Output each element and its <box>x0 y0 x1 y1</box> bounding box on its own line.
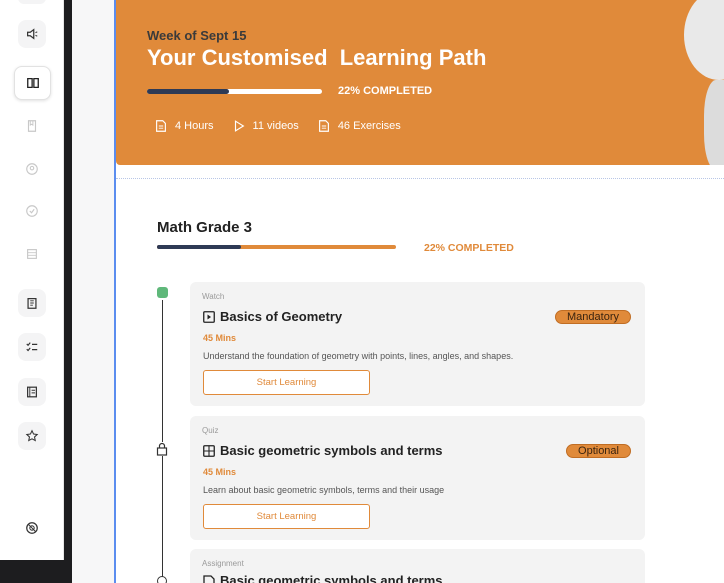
stat-label: 46 Exercises <box>337 120 401 132</box>
start-learning-button[interactable]: Start Learning <box>203 370 370 395</box>
lesson-duration: 45 Mins <box>203 467 237 477</box>
document-icon <box>156 120 166 132</box>
notebook-icon <box>27 386 37 398</box>
stat-hours: 4 Hours <box>154 119 214 133</box>
lesson-card-quiz: Quiz Basic geometric symbols and terms O… <box>190 416 645 540</box>
learning-path-banner: Week of Sept 15 Your Customised Learning… <box>116 0 724 165</box>
lesson-title: Basic geometric symbols and terms <box>203 443 443 458</box>
sidebar-item-list[interactable] <box>18 240 46 268</box>
lesson-type: Assignment <box>202 559 244 568</box>
optional-badge: Optional <box>566 444 631 458</box>
lesson-title: Basics of Geometry <box>203 309 342 324</box>
sidebar-item-notebook[interactable] <box>18 378 46 406</box>
course-progress-bar <box>157 245 396 249</box>
check-circle-icon <box>26 205 38 217</box>
week-label: Week of Sept 15 <box>147 28 247 43</box>
banner-stats: 4 Hours 11 videos 46 Exercises <box>154 119 419 133</box>
sidebar-item-clipboard[interactable] <box>18 289 46 317</box>
star-icon <box>25 429 39 442</box>
play-square-icon <box>203 310 215 323</box>
stat-videos: 11 videos <box>232 119 299 133</box>
sidebar-item-profile[interactable] <box>18 155 46 183</box>
bookmark-icon <box>27 120 37 132</box>
course-progress-label: 22% COMPLETED <box>424 242 514 254</box>
banner-progress-label: 22% COMPLETED <box>338 85 433 97</box>
lock-icon <box>156 442 168 456</box>
lesson-card-assignment: Assignment Basic geometric symbols and t… <box>190 549 645 583</box>
clipboard-icon <box>27 298 37 309</box>
list-icon <box>27 249 37 259</box>
lesson-title: Basic geometric symbols and terms <box>203 573 443 583</box>
lesson-title-text: Basic geometric symbols and terms <box>220 443 443 458</box>
stat-exercises: 46 Exercises <box>317 119 401 133</box>
banner-progress-fill <box>147 89 230 94</box>
timeline-pending-marker <box>157 576 167 583</box>
lesson-duration: 45 Mins <box>203 333 237 343</box>
stat-label: 11 videos <box>252 120 299 132</box>
course-title: Math Grade 3 <box>157 219 253 236</box>
sidebar-item-top[interactable] <box>18 0 46 4</box>
banner-illustration-shadow <box>704 80 724 165</box>
content-gutter <box>72 0 114 583</box>
sidebar-item-learning-path[interactable] <box>14 66 51 100</box>
banner-illustration <box>684 0 724 80</box>
sidebar-item-favorites[interactable] <box>18 422 46 450</box>
stat-label: 4 Hours <box>175 120 214 132</box>
support-icon <box>26 522 38 534</box>
user-circle-icon <box>26 163 38 175</box>
sidebar-item-bookmarks[interactable] <box>18 112 46 140</box>
sidebar-item-announcements[interactable] <box>18 20 46 48</box>
lesson-card-watch: Watch Basics of Geometry Mandatory 45 Mi… <box>190 282 645 406</box>
sidebar-item-completed[interactable] <box>18 197 46 225</box>
banner-progress-bar <box>147 89 322 94</box>
megaphone-icon <box>27 28 38 40</box>
grid-square-icon <box>203 444 215 457</box>
sidebar-item-support[interactable] <box>18 514 46 542</box>
section-divider <box>116 178 724 179</box>
mandatory-badge: Mandatory <box>555 310 631 324</box>
checklist-icon <box>26 342 38 352</box>
lesson-type: Quiz <box>202 426 219 435</box>
document-edit-icon <box>203 574 215 583</box>
timeline-completed-marker <box>157 287 168 298</box>
play-icon <box>234 120 244 132</box>
start-learning-button[interactable]: Start Learning <box>203 504 370 529</box>
lesson-title-text: Basics of Geometry <box>220 309 343 324</box>
sidebar <box>0 0 64 560</box>
sidebar-item-checklist[interactable] <box>18 333 46 361</box>
lesson-description: Learn about basic geometric symbols, ter… <box>203 485 445 495</box>
lesson-title-text: Basic geometric symbols and terms <box>220 573 443 583</box>
document-icon <box>318 120 329 132</box>
banner-title: Your Customised Learning Path <box>147 45 487 70</box>
course-progress-fill <box>157 245 241 249</box>
lesson-type: Watch <box>202 292 225 301</box>
book-open-icon <box>26 77 39 89</box>
lesson-description: Understand the foundation of geometry wi… <box>203 351 514 361</box>
